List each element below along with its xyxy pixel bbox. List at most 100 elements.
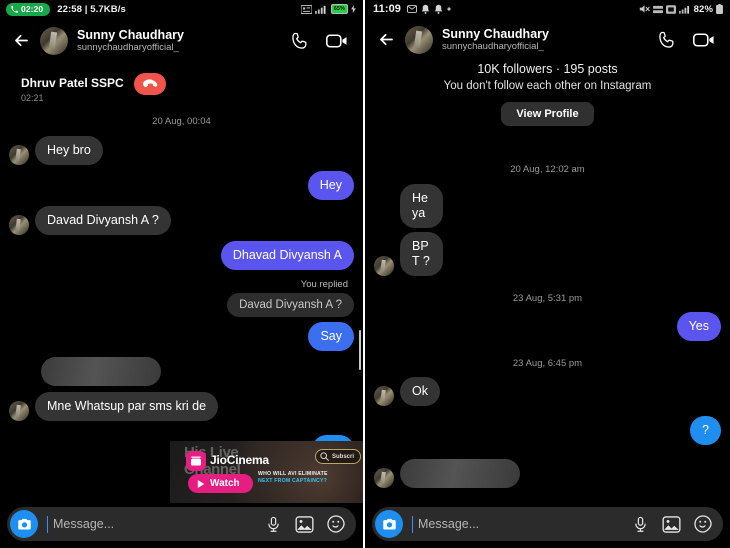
message-bubble-redacted[interactable] [400,459,520,488]
message-row: Dhavad Divyansh A [9,241,354,270]
back-button[interactable] [373,27,399,53]
avatar [9,215,29,235]
ad-watch-button[interactable]: Watch [188,474,253,493]
ad-tagline-line2: NEXT FROM CAPTAINCY? [258,478,328,484]
message-input[interactable] [412,515,632,533]
scrollbar[interactable] [359,330,361,370]
header-names[interactable]: Sunny Chaudhary sunnychaudharyofficial_ [442,27,657,53]
message-bubble-outgoing[interactable]: Say [308,322,354,351]
left-status-bar: 02:20 22:58 | 5.7KB/s 65% [0,0,363,18]
image-icon[interactable] [295,515,314,533]
date-separator: 23 Aug, 5:31 pm [512,293,583,304]
message-bubble-redacted[interactable] [41,357,161,386]
right-chat-header: Sunny Chaudhary sunnychaudharyofficial_ [365,18,730,60]
message-bubble-outgoing[interactable]: Dhavad Divyansh A [220,241,354,270]
phone-icon[interactable] [290,31,310,51]
view-profile-button[interactable]: View Profile [501,102,594,126]
ongoing-call-pill[interactable]: 02:20 [6,2,51,16]
message-bubble-incoming[interactable]: BPT ? [400,232,444,276]
image-icon[interactable] [662,515,681,533]
call-event-duration: 02:21 [21,93,44,103]
message-bubble-incoming[interactable]: Ok [400,377,440,406]
camera-icon [17,518,31,529]
phone-icon[interactable] [657,30,677,50]
jiocinema-logo-icon [186,451,206,471]
message-bubble-outgoing[interactable]: ? [690,416,721,445]
message-bubble-incoming[interactable]: Hey bro [35,136,103,165]
sticker-icon[interactable] [694,515,712,533]
data-icon [652,5,663,13]
call-event-title: Dhruv Patel SSPC [21,76,124,90]
right-screen: 11:09 82% Sunny Chaudhary sunnychaudhary… [365,0,730,548]
call-duration: 02:20 [21,4,44,14]
end-call-icon [133,73,166,95]
bell-icon [421,4,430,14]
battery-icon: 65% [330,4,348,14]
signal-bars-icon [678,5,689,14]
phone-icon [11,5,18,13]
clock: 11:09 [373,3,402,15]
video-camera-icon[interactable] [693,31,716,49]
avatar[interactable] [40,26,68,55]
date-separator: 23 Aug, 6:45 pm [512,358,583,369]
message-icon [407,5,417,13]
message-row: Ok [374,377,721,406]
ad-secondary-label: Subscri [331,453,354,460]
phone-hangup-icon [143,78,158,87]
camera-button[interactable] [375,510,403,538]
message-bubble-incoming[interactable]: Davad Divyansh A ? [35,206,171,235]
avatar [374,386,394,406]
battery-icon [716,4,723,14]
contact-name: Sunny Chaudhary [77,27,184,42]
message-bubble-incoming[interactable]: Mne Whatsup par sms kri de [35,392,219,421]
message-input[interactable] [47,515,265,533]
video-camera-icon[interactable] [326,32,349,50]
message-row: Hey [9,171,354,200]
sticker-icon[interactable] [327,515,345,533]
reply-quoted-message[interactable]: Davad Divyansh A ? [227,293,354,317]
follow-status-note: You don't follow each other on Instagram [443,80,652,92]
message-bubble-outgoing[interactable]: Hey [307,171,354,200]
sim-icon [665,4,676,14]
ad-brand-name: JioCinema [210,453,269,467]
left-message-thread: Dhruv Patel SSPC 02:21 20 Aug, 00:04 Hey… [0,62,363,464]
left-chat-header: Sunny Chaudhary sunnychaudharyofficial_ [0,18,363,62]
message-row [35,357,354,386]
avatar [9,145,29,165]
avatar [9,401,29,421]
message-row: Say [9,322,354,351]
back-button[interactable] [8,28,34,54]
ad-tagline: WHO WILL AVI ELIMINATE NEXT FROM CAPTAIN… [258,471,328,485]
avatar [374,256,394,276]
battery-percent: 82% [693,3,713,15]
bell-icon [434,4,443,14]
ad-secondary-button[interactable]: Subscri [314,449,361,464]
reply-label: You replied [300,279,348,290]
back-arrow-icon [379,33,393,46]
microphone-icon[interactable] [632,516,649,533]
profile-summary: 10K followers · 195 posts You don't foll… [365,60,730,126]
charging-icon [351,5,356,13]
search-icon [320,452,329,461]
right-composer [365,506,730,548]
missed-call-event[interactable]: Dhruv Patel SSPC 02:21 [9,62,354,103]
header-names[interactable]: Sunny Chaudhary sunnychaudharyofficial_ [77,28,290,54]
message-row: Davad Divyansh A ? [9,206,354,235]
contact-handle: sunnychaudharyofficial_ [77,41,179,53]
play-icon [197,479,205,488]
message-bubble-outgoing[interactable]: Yes [676,312,721,341]
right-message-thread: 20 Aug, 12:02 am Heya BPT ? 23 Aug, 5:31… [365,126,730,548]
microphone-icon[interactable] [265,516,282,533]
left-composer [0,506,363,548]
avatar[interactable] [405,25,433,54]
left-screen: 02:20 22:58 | 5.7KB/s 65% Sunny Chaudhar… [0,0,365,548]
message-group: Heya BPT ? [374,184,721,276]
date-separator: 20 Aug, 00:04 [152,116,211,127]
message-bubble-incoming[interactable]: Heya [400,184,444,228]
camera-button[interactable] [10,510,38,538]
jiocinema-ad-overlay[interactable]: His Live Channel JioCinema WHO WILL AVI … [170,441,363,503]
message-row: Yes [374,312,721,341]
right-status-bar: 11:09 82% [365,0,730,18]
message-row [374,459,721,488]
mute-icon [639,5,650,13]
